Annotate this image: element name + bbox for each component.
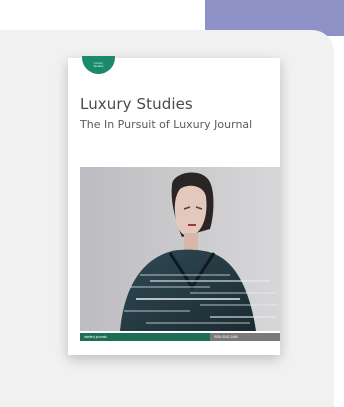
- badge-line-2: Studies: [93, 64, 104, 68]
- publisher-name: intellect journals: [84, 335, 107, 339]
- issn-text: ISSN 2042-2468: [214, 335, 238, 339]
- journal-badge: Luxury Studies: [82, 56, 115, 74]
- cover-photo: [80, 167, 280, 331]
- journal-subtitle: The In Pursuit of Luxury Journal: [80, 118, 253, 131]
- journal-cover[interactable]: Luxury Studies Luxury Studies The In Pur…: [68, 56, 280, 355]
- cover-footer: intellect journals ISSN 2042-2468: [80, 333, 280, 341]
- publisher-strip: intellect journals: [80, 333, 210, 341]
- journal-title: Luxury Studies: [80, 95, 193, 113]
- issn-strip: ISSN 2042-2468: [210, 333, 280, 341]
